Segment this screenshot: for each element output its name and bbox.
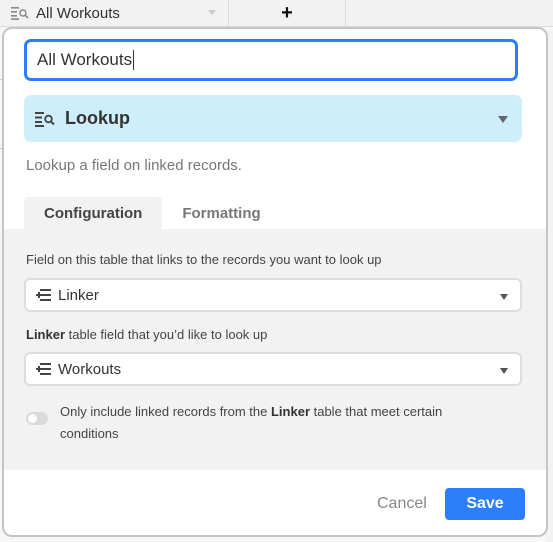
toggle-text-before: Only include linked records from the — [60, 404, 271, 419]
lookup-field-label: Linker table field that you’d like to lo… — [26, 327, 267, 342]
toggle-text-table: Linker — [270, 404, 310, 419]
tab-formatting[interactable]: Formatting — [162, 197, 280, 229]
field-name-value: All Workouts — [37, 50, 133, 69]
field-config-dialog: All Workouts Lookup Lookup a field on li… — [2, 27, 548, 537]
chevron-down-icon — [500, 294, 508, 300]
chevron-down-icon[interactable] — [208, 10, 216, 15]
link-field-value: Linker — [58, 286, 99, 304]
grid-header: All Workouts + — [0, 0, 553, 27]
lookup-field-value: Workouts — [58, 360, 122, 378]
field-header-all-workouts[interactable]: All Workouts — [0, 0, 229, 26]
condition-toggle[interactable] — [26, 412, 48, 425]
chevron-down-icon — [500, 368, 508, 374]
link-field-label: Field on this table that links to the re… — [26, 252, 382, 267]
linked-record-icon — [36, 363, 51, 375]
chevron-down-icon — [498, 116, 508, 123]
condition-toggle-label: Only include linked records from the Lin… — [60, 401, 480, 445]
save-button[interactable]: Save — [445, 488, 525, 520]
field-type-select[interactable]: Lookup — [24, 95, 522, 142]
lookup-icon — [11, 7, 29, 20]
field-header-label: All Workouts — [36, 4, 120, 22]
lookup-icon — [35, 111, 55, 127]
lookup-field-label-text: table field that you’d like to look up — [65, 327, 268, 342]
field-type-label: Lookup — [65, 108, 130, 128]
tab-configuration[interactable]: Configuration — [24, 197, 163, 229]
config-tabs: Configuration Formatting — [24, 197, 281, 229]
linked-table-name: Linker — [26, 327, 66, 342]
field-name-input[interactable]: All Workouts — [24, 39, 518, 81]
lookup-field-select[interactable]: Workouts — [24, 352, 522, 386]
linked-record-icon — [36, 289, 51, 301]
cancel-button[interactable]: Cancel — [377, 495, 427, 513]
link-field-select[interactable]: Linker — [24, 278, 522, 312]
toggle-knob — [28, 414, 37, 423]
add-field-button[interactable]: + — [229, 0, 346, 26]
field-type-description: Lookup a field on linked records. — [26, 157, 242, 174]
text-cursor — [133, 50, 135, 70]
